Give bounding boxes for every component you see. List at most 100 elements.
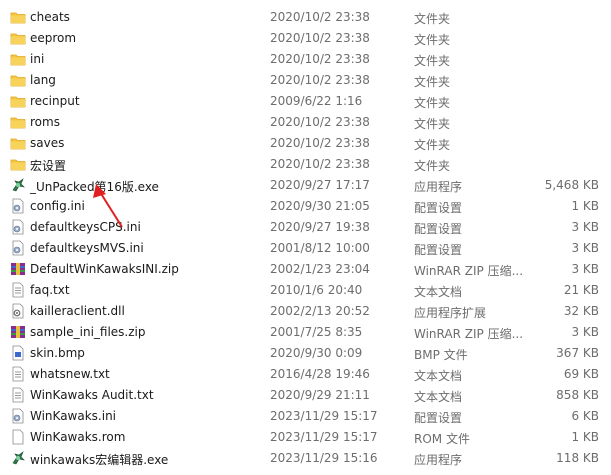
file-row[interactable]: winkawaks宏编辑器.exe 2023/11/29 15:16 应用程序 118…	[0, 448, 611, 469]
blank-file-icon	[10, 429, 26, 445]
file-type: ROM 文件	[414, 432, 470, 446]
file-size: 1 KB	[571, 199, 599, 213]
settings-file-icon	[10, 408, 26, 424]
folder-icon	[10, 135, 26, 151]
file-row[interactable]: WinKawaks.ini 2023/11/29 15:17 配置设置 6 KB	[0, 406, 611, 427]
file-date: 2020/10/2 23:38	[270, 31, 370, 45]
file-row[interactable]: WinKawaks.rom 2023/11/29 15:17 ROM 文件 1 KB	[0, 427, 611, 448]
file-size: 3 KB	[571, 262, 599, 276]
file-date: 2020/9/30 21:05	[270, 199, 370, 213]
file-date: 2001/7/25 8:35	[270, 325, 363, 339]
file-type: 文本文档	[414, 369, 463, 383]
file-row[interactable]: roms 2020/10/2 23:38 文件夹	[0, 112, 611, 133]
file-row[interactable]: skin.bmp 2020/9/30 0:09 BMP 文件 367 KB	[0, 343, 611, 364]
file-date: 2020/10/2 23:38	[270, 157, 370, 171]
file-type: 配置设置	[414, 243, 463, 257]
file-name: WinKawaks Audit.txt	[30, 388, 154, 402]
file-row[interactable]: lang 2020/10/2 23:38 文件夹	[0, 70, 611, 91]
file-name: sample_ini_files.zip	[30, 325, 146, 339]
file-size: 1 KB	[571, 430, 599, 444]
file-size: 367 KB	[556, 346, 599, 360]
file-row[interactable]: whatsnew.txt 2016/4/28 19:46 文本文档 69 KB	[0, 364, 611, 385]
file-date: 2023/11/29 15:16	[270, 451, 378, 465]
file-name: defaultkeysMVS.ini	[30, 241, 144, 255]
app-icon	[10, 177, 26, 193]
file-row[interactable]: faq.txt 2010/1/6 20:40 文本文档 21 KB	[0, 280, 611, 301]
file-name: WinKawaks.rom	[30, 430, 126, 444]
file-type: 文本文档	[414, 390, 463, 404]
text-file-icon	[10, 387, 26, 403]
file-name: eeprom	[30, 31, 77, 45]
file-row[interactable]: cheats 2020/10/2 23:38 文件夹	[0, 7, 611, 28]
settings-file-icon	[10, 240, 26, 256]
file-type: 文件夹	[414, 54, 451, 68]
image-file-icon	[10, 345, 26, 361]
file-name: kailleraclient.dll	[30, 304, 125, 318]
file-row[interactable]: sample_ini_files.zip 2001/7/25 8:35 WinRAR…	[0, 322, 611, 343]
file-type: 文件夹	[414, 96, 451, 110]
folder-icon	[10, 156, 26, 172]
file-size: 6 KB	[571, 409, 599, 423]
file-date: 2002/2/13 20:52	[270, 304, 370, 318]
file-size: 21 KB	[563, 283, 599, 297]
file-type: 配置设置	[414, 222, 463, 236]
file-size: 32 KB	[563, 304, 599, 318]
file-type: 文件夹	[414, 159, 451, 173]
file-date: 2020/10/2 23:38	[270, 10, 370, 24]
file-name: skin.bmp	[30, 346, 85, 360]
file-type: 文件夹	[414, 75, 451, 89]
file-date: 2020/9/27 19:38	[270, 220, 370, 234]
file-type: WinRAR ZIP 压缩...	[414, 264, 524, 278]
file-size: 5,468 KB	[544, 178, 599, 192]
file-row[interactable]: ini 2020/10/2 23:38 文件夹	[0, 49, 611, 70]
archive-icon	[10, 324, 26, 340]
file-type: 配置设置	[414, 411, 463, 425]
file-size: 118 KB	[556, 451, 599, 465]
file-row[interactable]: DefaultWinKawaksINI.zip 2002/1/23 23:04 Wi…	[0, 259, 611, 280]
file-date: 2016/4/28 19:46	[270, 367, 370, 381]
file-date: 2023/11/29 15:17	[270, 430, 378, 444]
file-type: 应用程序扩展	[414, 306, 487, 320]
file-row[interactable]: 宏设置 2020/10/2 23:38 文件夹	[0, 154, 611, 175]
file-type: 文本文档	[414, 285, 463, 299]
text-file-icon	[10, 366, 26, 382]
file-row[interactable]: WinKawaks Audit.txt 2020/9/29 21:11 文本文档 85…	[0, 385, 611, 406]
file-row[interactable]: kailleraclient.dll 2002/2/13 20:52 应用程序扩展 3…	[0, 301, 611, 322]
settings-file-icon	[10, 198, 26, 214]
file-name: defaultkeysCPS.ini	[30, 220, 141, 234]
file-row[interactable]: eeprom 2020/10/2 23:38 文件夹	[0, 28, 611, 49]
file-row[interactable]: saves 2020/10/2 23:38 文件夹	[0, 133, 611, 154]
folder-icon	[10, 72, 26, 88]
file-row[interactable]: defaultkeysCPS.ini 2020/9/27 19:38 配置设置 3 K…	[0, 217, 611, 238]
file-name: faq.txt	[30, 283, 70, 297]
file-name: _UnPacked第16版.exe	[30, 180, 159, 194]
file-name: cheats	[30, 10, 70, 24]
file-name: whatsnew.txt	[30, 367, 110, 381]
file-date: 2020/10/2 23:38	[270, 73, 370, 87]
file-name: DefaultWinKawaksINI.zip	[30, 262, 179, 276]
file-name: lang	[30, 73, 56, 87]
file-row[interactable]: config.ini 2020/9/30 21:05 配置设置 1 KB	[0, 196, 611, 217]
file-date: 2010/1/6 20:40	[270, 283, 363, 297]
file-type: 文件夹	[414, 12, 451, 26]
file-date: 2020/9/27 17:17	[270, 178, 370, 192]
file-type: WinRAR ZIP 压缩...	[414, 327, 524, 341]
folder-icon	[10, 51, 26, 67]
file-date: 2020/10/2 23:38	[270, 136, 370, 150]
file-type: 文件夹	[414, 117, 451, 131]
settings-file-icon	[10, 219, 26, 235]
archive-icon	[10, 261, 26, 277]
file-date: 2009/6/22 1:16	[270, 94, 363, 108]
file-size: 3 KB	[571, 241, 599, 255]
file-date: 2020/10/2 23:38	[270, 115, 370, 129]
file-row[interactable]: defaultkeysMVS.ini 2001/8/12 10:00 配置设置 3 K…	[0, 238, 611, 259]
folder-icon	[10, 93, 26, 109]
file-row[interactable]: _UnPacked第16版.exe 2020/9/27 17:17 应用程序 5,46…	[0, 175, 611, 196]
file-row[interactable]: recinput 2009/6/22 1:16 文件夹	[0, 91, 611, 112]
folder-icon	[10, 9, 26, 25]
file-date: 2002/1/23 23:04	[270, 262, 370, 276]
file-size: 69 KB	[563, 367, 599, 381]
file-type: 配置设置	[414, 201, 463, 215]
file-date: 2001/8/12 10:00	[270, 241, 370, 255]
file-size: 858 KB	[556, 388, 599, 402]
